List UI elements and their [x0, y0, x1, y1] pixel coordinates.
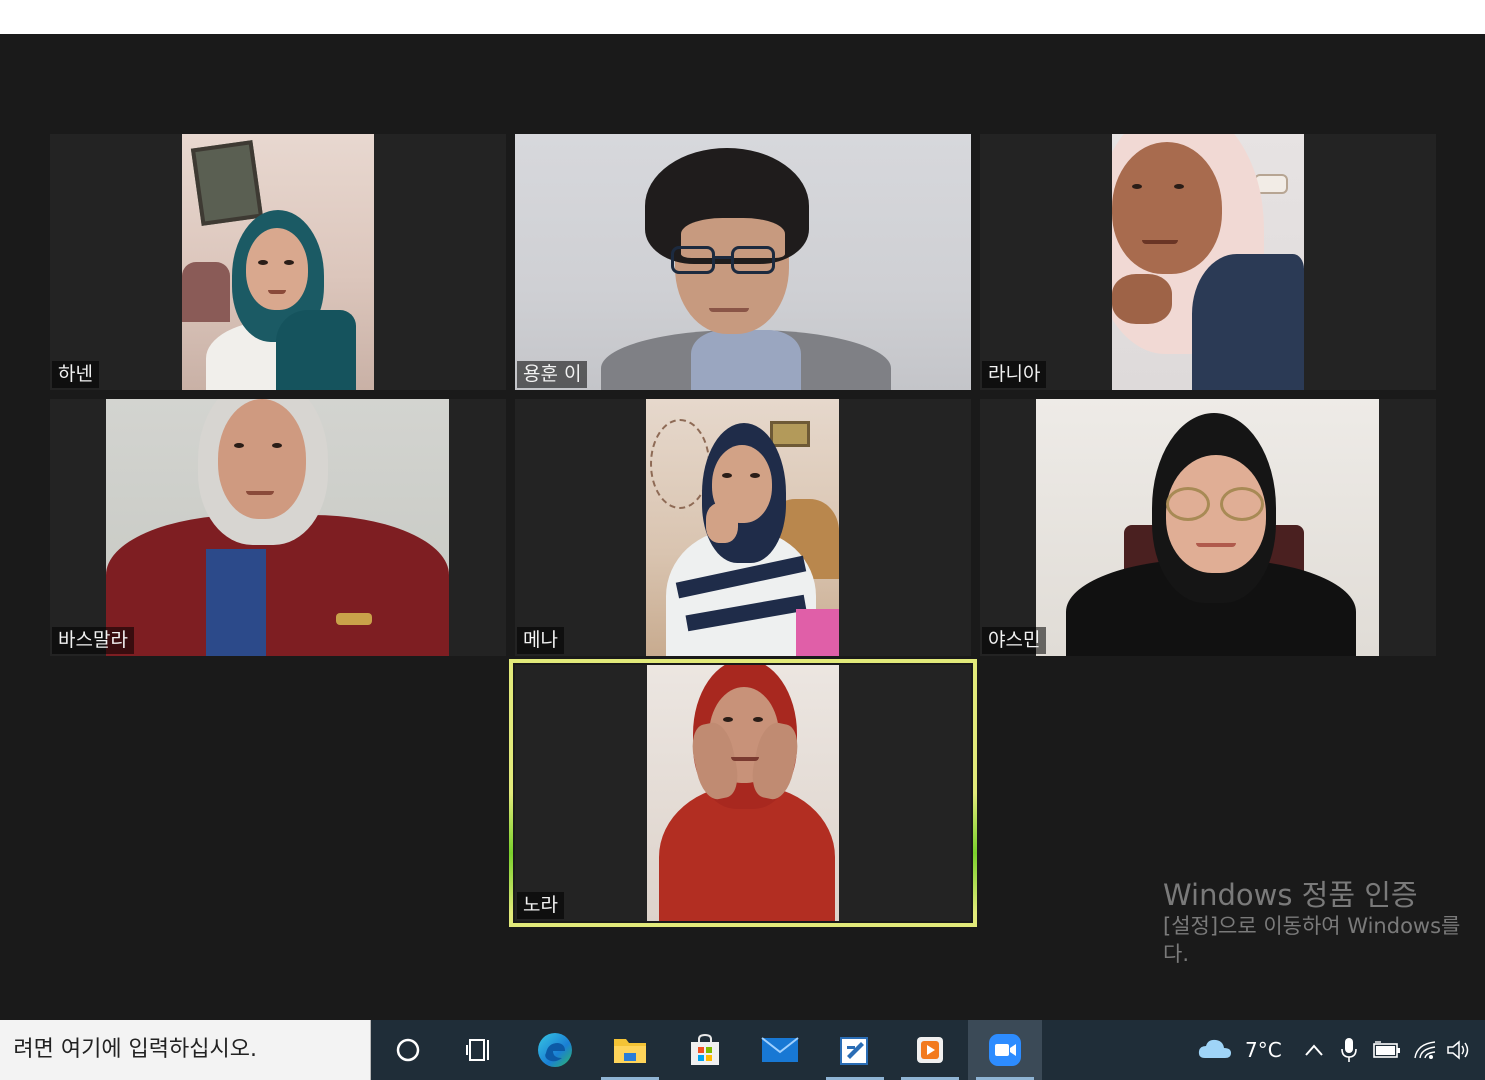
wall-frame [190, 140, 264, 226]
participant-video [182, 134, 374, 390]
clock-edge[interactable] [1478, 1020, 1485, 1080]
battery-status[interactable] [1370, 1020, 1404, 1080]
volume-control[interactable] [1444, 1020, 1474, 1080]
mail-icon [761, 1037, 799, 1062]
participant-hand [706, 503, 738, 543]
file-explorer-button[interactable] [593, 1020, 667, 1080]
watermark-line-1: [설정]으로 이동하여 Windows를 [1163, 914, 1461, 938]
media-player-icon [917, 1037, 943, 1063]
participant-shirt [691, 330, 801, 390]
file-explorer-icon [614, 1039, 646, 1063]
participant-tile-nora[interactable]: 노라 [515, 665, 971, 921]
media-player-button[interactable] [893, 1020, 967, 1080]
shirt-badge [336, 613, 372, 625]
zoom-button[interactable] [968, 1020, 1042, 1080]
wall-decor [650, 419, 710, 509]
wifi-icon [1414, 1041, 1436, 1059]
participant-tile-rania[interactable]: 라니아 [980, 134, 1436, 390]
participant-video [1036, 399, 1379, 656]
bed-blanket [796, 609, 839, 656]
battery-icon [1373, 1041, 1400, 1058]
windows-activation-watermark: Windows 정품 인증 [설정]으로 이동하여 Windows를 다. [1163, 878, 1460, 968]
glasses-icon [1166, 487, 1210, 521]
participant-scarf-pattern [1192, 254, 1304, 390]
task-view-icon [466, 1039, 489, 1061]
participant-name-label: 야스민 [982, 627, 1047, 654]
watermark-line-2: 다. [1163, 942, 1189, 966]
cortana-button[interactable] [371, 1020, 445, 1080]
microphone-icon [1341, 1038, 1357, 1062]
participant-video [106, 399, 449, 656]
taskbar-search-box[interactable]: 려면 여기에 입력하십시오. [0, 1020, 371, 1080]
participant-face [218, 399, 306, 519]
edge-button[interactable] [518, 1020, 592, 1080]
store-button[interactable] [668, 1020, 742, 1080]
participant-tile-yasmin[interactable]: 야스민 [980, 399, 1436, 656]
cortana-circle-icon [396, 1038, 420, 1062]
participant-tile-yonghoon[interactable]: 용훈 이 [515, 134, 971, 390]
participant-video [646, 399, 839, 656]
network-status[interactable] [1410, 1020, 1440, 1080]
participant-name-label: 라니아 [982, 361, 1047, 388]
zoom-icon [989, 1034, 1021, 1066]
windows-taskbar: 려면 여기에 입력하십시오. 7°C [0, 1020, 1485, 1080]
chevron-up-icon [1305, 1044, 1323, 1056]
participant-name-label: 바스말라 [52, 627, 134, 654]
participant-scarf [276, 310, 356, 390]
participant-video [515, 134, 971, 390]
participant-tile-haneen[interactable]: 하넨 [50, 134, 506, 390]
participant-name-label: 메나 [517, 627, 564, 654]
window-top-strip [0, 0, 1485, 34]
task-view-button[interactable] [443, 1020, 517, 1080]
watermark-title: Windows 정품 인증 [1163, 878, 1418, 912]
sofa-back [182, 262, 230, 322]
participant-name-label: 노라 [517, 892, 564, 919]
participant-name-label: 하넨 [52, 361, 99, 388]
participant-face [1112, 142, 1222, 274]
weather-temperature: 7°C [1245, 1038, 1282, 1062]
mail-button[interactable] [743, 1020, 817, 1080]
cloud-icon [1198, 1039, 1231, 1058]
edge-icon [538, 1033, 572, 1067]
search-placeholder: 려면 여기에 입력하십시오. [13, 1037, 257, 1062]
participant-shirt [206, 549, 266, 656]
show-hidden-icons-button[interactable] [1300, 1020, 1328, 1080]
participant-face [246, 228, 308, 310]
participant-video [647, 665, 839, 921]
participant-tile-basmala[interactable]: 바스말라 [50, 399, 506, 656]
glasses-icon [671, 246, 715, 274]
participant-hand [1112, 274, 1172, 324]
participant-tile-mena[interactable]: 메나 [515, 399, 971, 656]
wall-frame [770, 421, 810, 447]
pen-app-icon [840, 1037, 868, 1065]
microsoft-store-icon [691, 1033, 719, 1065]
microphone-status[interactable] [1336, 1020, 1362, 1080]
speaker-icon [1447, 1040, 1469, 1060]
pen-app-button[interactable] [818, 1020, 892, 1080]
participant-video [1112, 134, 1304, 390]
participant-name-label: 용훈 이 [517, 361, 588, 388]
